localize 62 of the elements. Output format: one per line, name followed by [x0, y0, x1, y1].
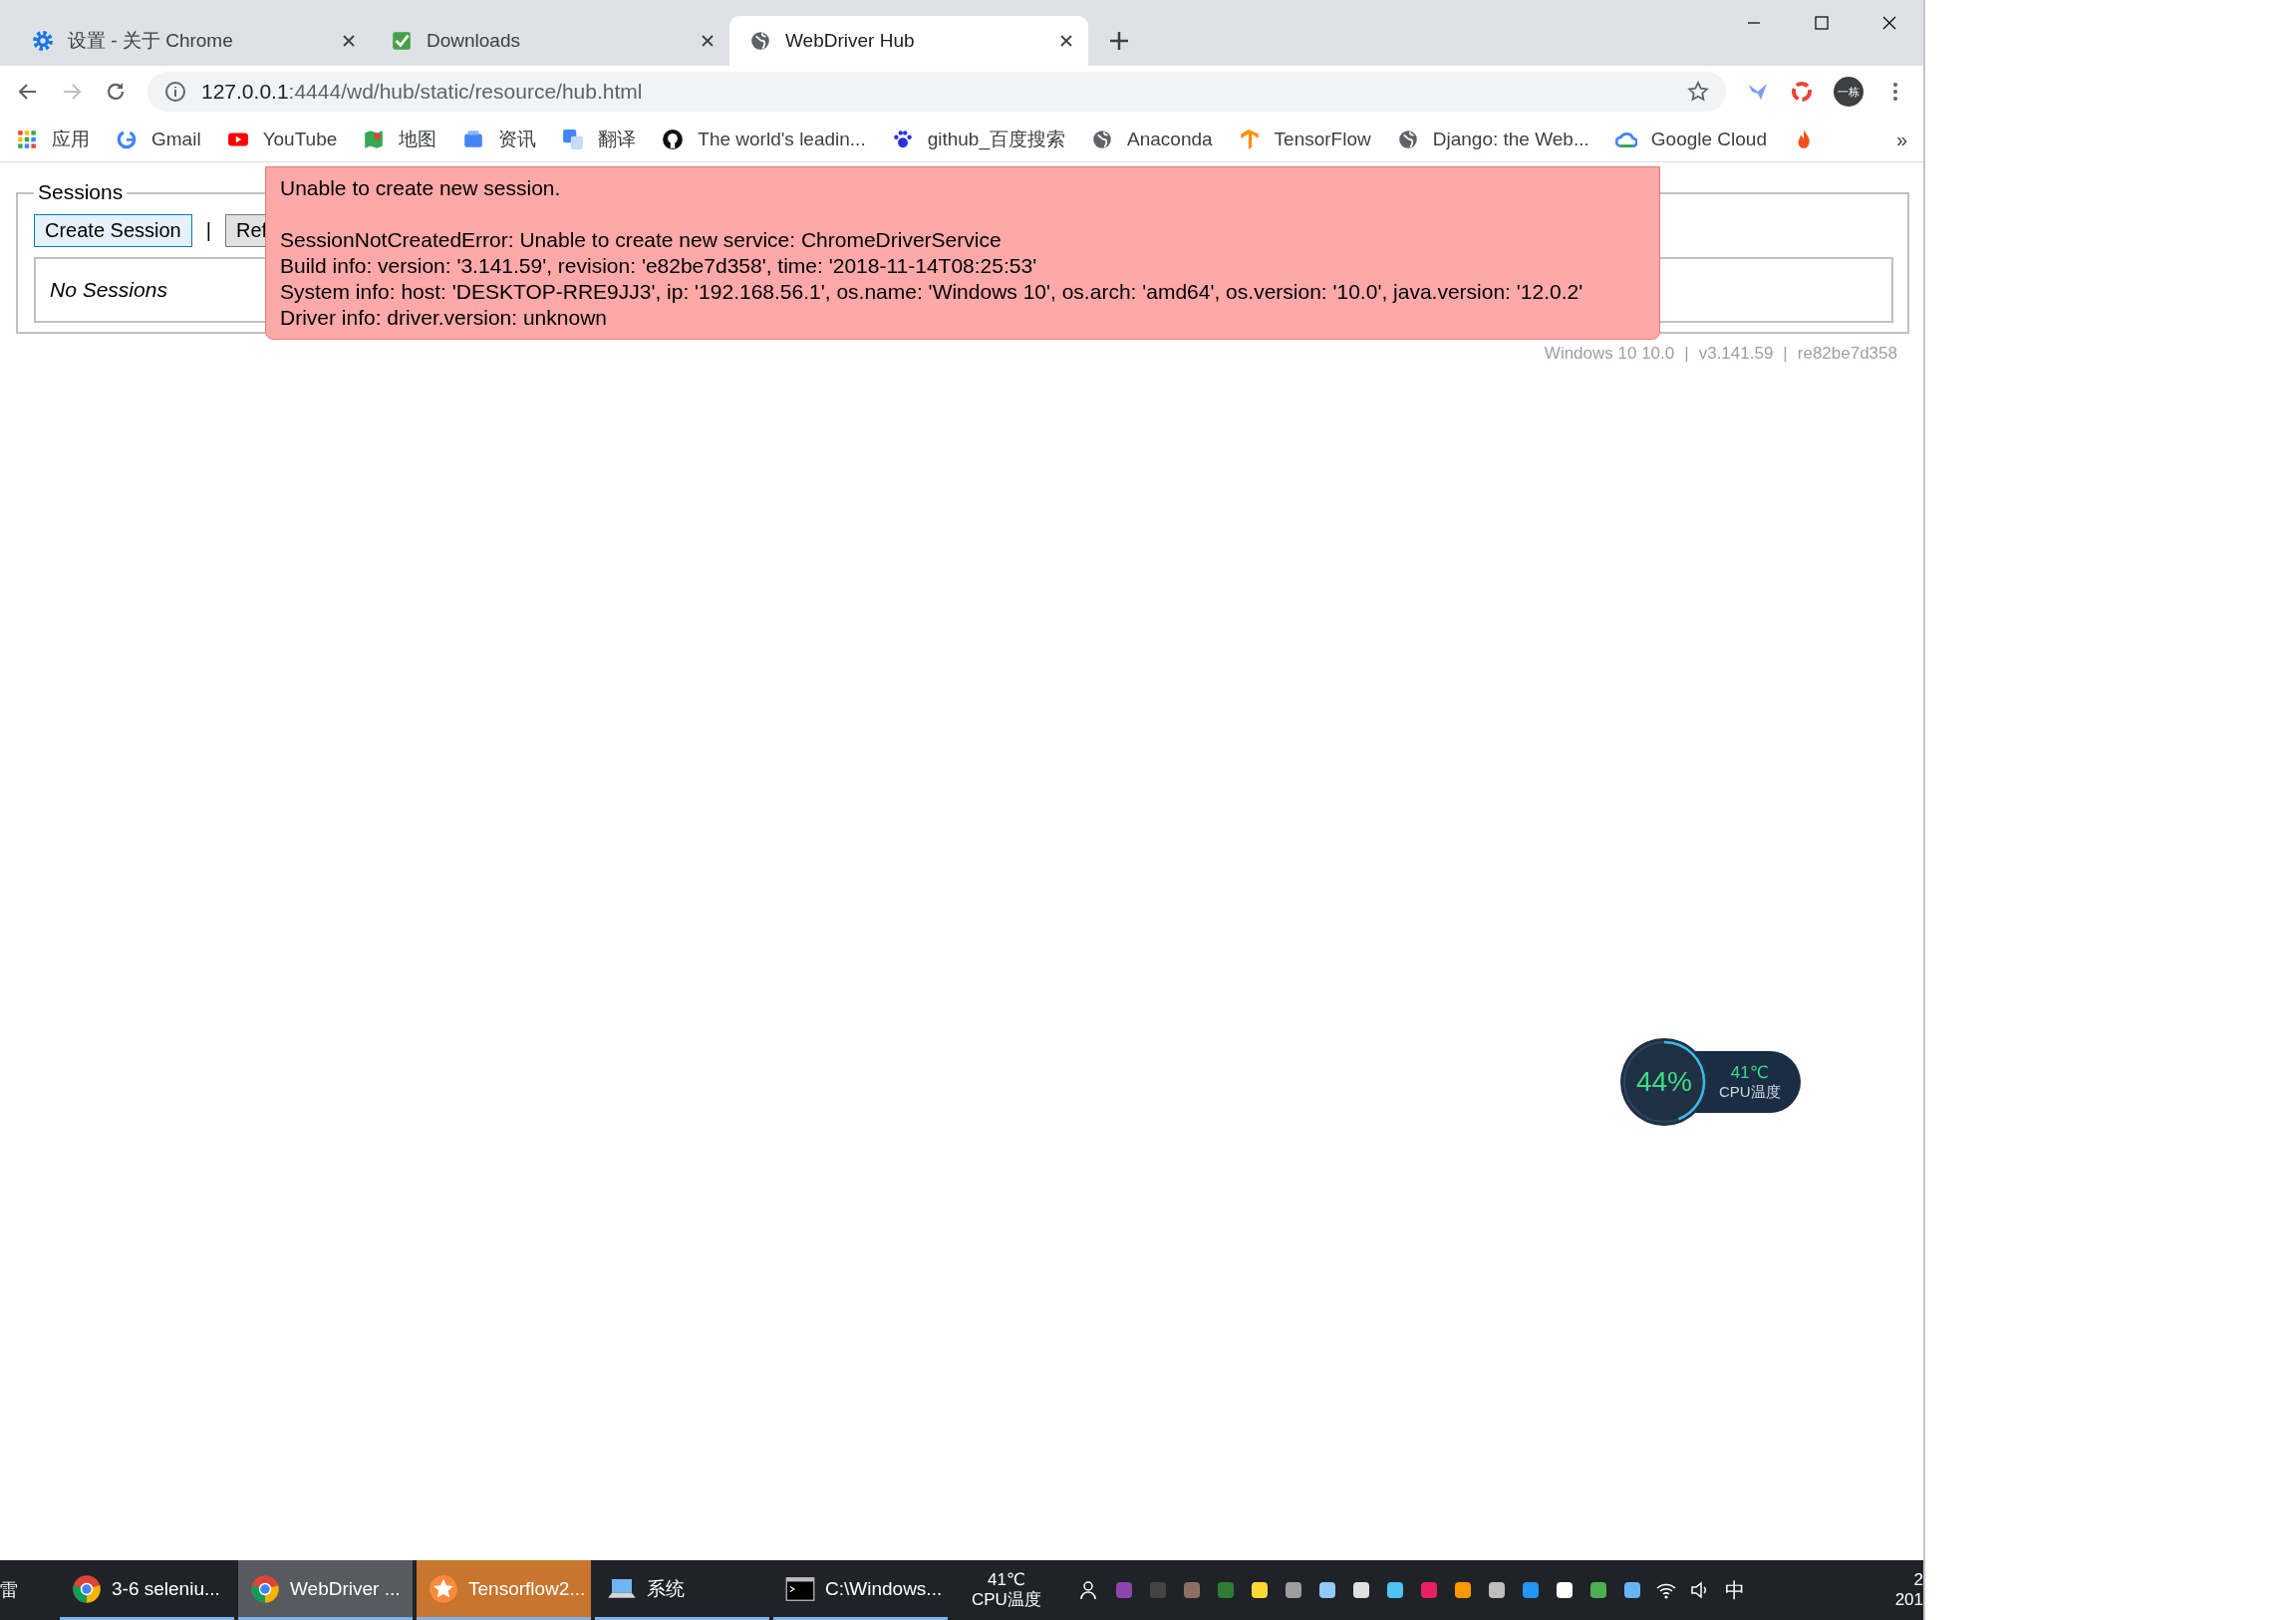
taskbar-app[interactable]: 3-6 seleniu...	[60, 1560, 234, 1620]
taskbar-app[interactable]: 系统	[595, 1560, 769, 1620]
bookmark-item[interactable]: Anaconda	[1091, 129, 1213, 150]
bookmark-item[interactable]: 翻译	[562, 127, 637, 152]
bookmark-icon	[1091, 129, 1113, 150]
close-icon[interactable]	[1058, 33, 1074, 49]
bookmark-star-icon[interactable]	[1686, 80, 1710, 104]
chrome-icon	[250, 1573, 280, 1604]
bookmark-icon	[891, 129, 914, 150]
footer-text: re82be7d358	[1797, 344, 1897, 364]
error-toast: Unable to create new session. SessionNotCreatedError: Unable to create new service: ChromeDriverService Build info: version: '3.141.59', revision: 'e82be7d358', time: '2018-11-14T08:25:53' System info: host: 'DESKTOP-RRE9JJ3', ip: '192.168.56.1', os.name: 'Windows 10', os.arch: 'amd64', os.version: '10.0', java.version: '12.0.2' Driver info: driver.version: unknown	[265, 166, 1660, 340]
bookmark-icon	[1396, 129, 1419, 150]
clock-text[interactable]: 201	[1894, 1590, 1923, 1610]
bookmark-icon	[116, 129, 138, 150]
bookmark-item[interactable]: 资讯	[462, 127, 537, 152]
bookmark-icon	[363, 129, 386, 150]
bookmark-item[interactable]: github_百度搜索	[891, 127, 1065, 152]
browser-tab[interactable]: WebDriver Hub	[729, 16, 1088, 66]
browser-tab[interactable]: 设置 - 关于 Chrome	[12, 16, 371, 66]
apps-grid-icon	[16, 129, 38, 150]
bookmark-item[interactable]: YouTube	[226, 129, 338, 150]
bookmark-item[interactable]: TensorFlow	[1238, 129, 1371, 150]
cpu-label: CPU温度	[1719, 1083, 1781, 1102]
url-text: 127.0.0.1:4444/wd/hub/static/resource/hub.html	[201, 80, 643, 104]
bookmark-icon	[562, 129, 585, 150]
bookmark-item[interactable]: The world's leadin...	[662, 129, 866, 150]
create-session-button[interactable]: Create Session	[34, 214, 192, 247]
cpu-label: CPU温度	[972, 1590, 1041, 1610]
footer-text: v3.141.59	[1698, 344, 1774, 364]
more-bookmarks[interactable]: »	[1895, 128, 1907, 151]
address-bar[interactable]: 127.0.0.1:4444/wd/hub/static/resource/hub.html	[147, 72, 1726, 112]
taskbar-app[interactable]: WebDriver ...	[238, 1560, 413, 1620]
cpu-percent: 44%	[1636, 1066, 1692, 1098]
bookmark-icon	[662, 129, 685, 150]
empty-text: No Sessions	[50, 278, 167, 302]
taskbar-label: 雷	[0, 1579, 19, 1602]
separator-text: |	[205, 219, 211, 242]
footer-text: |	[1684, 344, 1689, 364]
bookmark-item[interactable]: Django: the Web...	[1396, 129, 1589, 150]
close-icon[interactable]	[341, 33, 357, 49]
extension-icon[interactable]	[1790, 80, 1814, 104]
profile-avatar[interactable]: 一栋	[1834, 77, 1864, 107]
taskbar-app[interactable]: C:\Windows...	[773, 1560, 948, 1620]
close-icon[interactable]	[700, 33, 716, 49]
globe-icon	[749, 30, 771, 52]
temperature-text: 41℃	[1730, 1062, 1769, 1083]
chrome-icon	[72, 1573, 102, 1604]
bookmark-item[interactable]: 地图	[363, 127, 437, 152]
footer-text: Windows 10 10.0	[1544, 344, 1675, 364]
clock-text[interactable]: 2	[1913, 1570, 1923, 1590]
gear-icon	[32, 30, 54, 52]
bookmark-item[interactable]: 应用	[16, 127, 90, 152]
input-method-indicator[interactable]: 中	[1724, 1576, 1745, 1604]
bookmark-item[interactable]: Google Cloud	[1614, 129, 1767, 150]
bookmark-icon	[1238, 129, 1261, 150]
browser-tab[interactable]: Downloads	[371, 16, 729, 66]
bookmark-icon	[462, 129, 485, 150]
bookmark-item[interactable]: Gmail	[116, 129, 201, 150]
temperature-text: 41℃	[987, 1570, 1025, 1590]
checkbox-icon	[391, 30, 413, 52]
footer-text: |	[1783, 344, 1788, 364]
info-icon[interactable]	[163, 80, 187, 104]
